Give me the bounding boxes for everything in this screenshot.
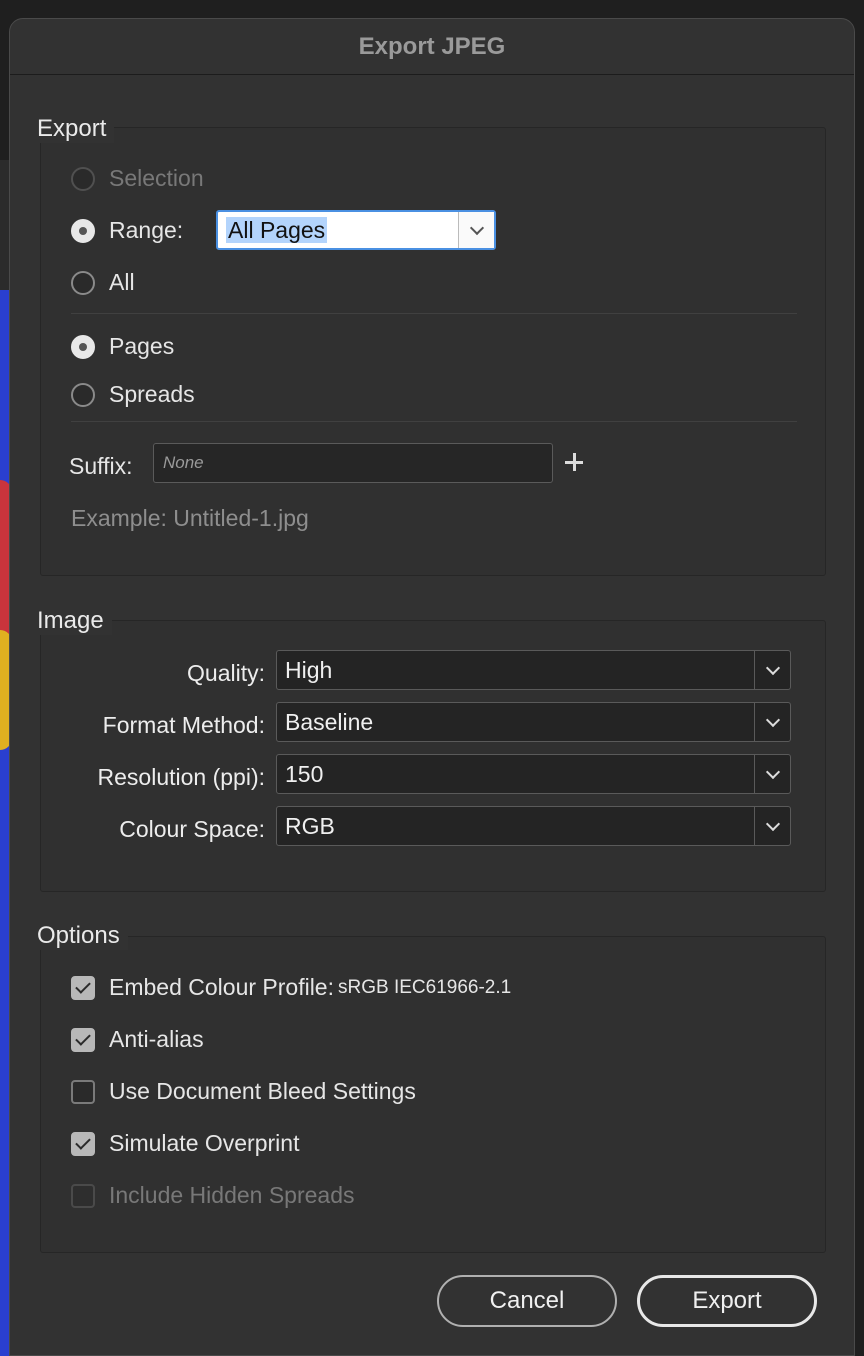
colour-space-label: Colour Space: <box>119 816 265 842</box>
bleed-checkbox[interactable] <box>71 1079 95 1104</box>
radio-pages[interactable]: Pages <box>71 333 174 360</box>
options-panel: Embed Colour Profile: sRGB IEC61966-2.1 … <box>40 936 826 1253</box>
pages-radio[interactable] <box>71 334 95 359</box>
overprint-label: Simulate Overprint <box>109 1130 300 1156</box>
resolution-label: Resolution (ppi): <box>97 764 265 790</box>
resolution-dropdown-button[interactable] <box>754 755 790 793</box>
dialog-title: Export JPEG <box>358 32 506 60</box>
antialias-checkbox[interactable] <box>71 1027 95 1052</box>
quality-value[interactable]: High <box>277 657 754 684</box>
hidden-spreads-option: Include Hidden Spreads <box>71 1182 355 1209</box>
example-text: Example: Untitled-1.jpg <box>71 505 309 531</box>
add-suffix-icon[interactable] <box>565 453 583 471</box>
dialog-titlebar: Export JPEG <box>10 19 854 75</box>
options-section-title: Options <box>37 922 128 950</box>
spreads-label: Spreads <box>109 381 195 407</box>
chevron-down-icon <box>765 816 780 831</box>
radio-range[interactable]: Range: <box>71 217 183 244</box>
format-method-dropdown-button[interactable] <box>754 703 790 741</box>
pages-label: Pages <box>109 333 175 359</box>
embed-profile-checkbox[interactable] <box>71 975 95 1000</box>
radio-selection: Selection <box>71 165 204 192</box>
antialias-label: Anti-alias <box>109 1026 204 1052</box>
export-button[interactable]: Export <box>637 1275 817 1327</box>
chevron-down-icon <box>469 220 484 235</box>
resolution-value[interactable]: 150 <box>277 761 754 788</box>
range-dropdown[interactable]: All Pages <box>216 210 496 250</box>
quality-label: Quality: <box>187 660 265 686</box>
hidden-spreads-label: Include Hidden Spreads <box>109 1182 355 1208</box>
chevron-down-icon <box>765 712 780 727</box>
embed-profile-label: Embed Colour Profile: <box>109 974 334 1000</box>
antialias-option[interactable]: Anti-alias <box>71 1026 204 1053</box>
quality-dropdown-button[interactable] <box>754 651 790 689</box>
overprint-checkbox[interactable] <box>71 1131 95 1156</box>
embed-profile-option[interactable]: Embed Colour Profile: sRGB IEC61966-2.1 <box>71 974 511 1001</box>
range-dropdown-button[interactable] <box>458 212 494 248</box>
divider <box>71 421 797 422</box>
bleed-option[interactable]: Use Document Bleed Settings <box>71 1078 416 1105</box>
colour-space-dropdown-button[interactable] <box>754 807 790 845</box>
format-method-value[interactable]: Baseline <box>277 709 754 736</box>
image-section-title: Image <box>37 607 112 635</box>
range-value[interactable]: All Pages <box>226 216 328 243</box>
radio-all[interactable]: All <box>71 269 135 296</box>
chevron-down-icon <box>765 764 780 779</box>
overprint-option[interactable]: Simulate Overprint <box>71 1130 299 1157</box>
selection-radio <box>71 166 95 191</box>
bleed-label: Use Document Bleed Settings <box>109 1078 416 1104</box>
export-panel: Selection Range: All Pages All Pages Spr… <box>40 127 826 576</box>
cancel-button[interactable]: Cancel <box>437 1275 617 1327</box>
suffix-placeholder: None <box>163 453 204 472</box>
radio-spreads[interactable]: Spreads <box>71 381 195 408</box>
image-panel: Quality: High Format Method: Baseline Re… <box>40 620 826 892</box>
selection-label: Selection <box>109 165 204 191</box>
export-jpeg-dialog: Export JPEG Selection Range: All Pages A… <box>9 18 855 1356</box>
colour-space-value[interactable]: RGB <box>277 813 754 840</box>
all-radio[interactable] <box>71 270 95 295</box>
spreads-radio[interactable] <box>71 382 95 407</box>
resolution-dropdown[interactable]: 150 <box>276 754 791 794</box>
colour-space-dropdown[interactable]: RGB <box>276 806 791 846</box>
hidden-spreads-checkbox <box>71 1183 95 1208</box>
range-label: Range: <box>109 217 184 243</box>
embed-profile-value: sRGB IEC61966-2.1 <box>338 976 512 998</box>
quality-dropdown[interactable]: High <box>276 650 791 690</box>
format-method-dropdown[interactable]: Baseline <box>276 702 791 742</box>
export-section-title: Export <box>37 115 115 143</box>
format-method-label: Format Method: <box>102 712 265 738</box>
suffix-input[interactable]: None <box>153 443 553 483</box>
all-label: All <box>109 269 135 295</box>
suffix-label: Suffix: <box>69 453 133 479</box>
chevron-down-icon <box>765 660 780 675</box>
divider <box>71 313 797 314</box>
range-radio[interactable] <box>71 218 95 243</box>
